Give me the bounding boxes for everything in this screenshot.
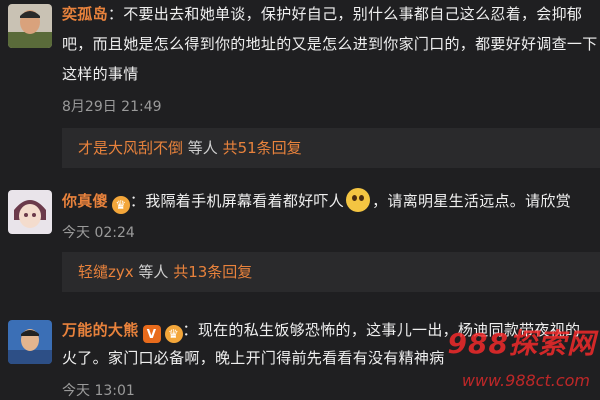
reply-count: 共13条回复: [173, 263, 253, 281]
replies-summary[interactable]: 才是大风刮不倒 等人 共51条回复: [62, 128, 600, 168]
shocked-face-icon: [346, 188, 371, 212]
comment-text-line-3: 这样的事情: [62, 65, 139, 83]
comment-text-line-2: 火了。家门口必备啊，晚上开门得前先看看有没有精神病: [62, 349, 445, 367]
reply-user: 才是大风刮不倒: [78, 139, 184, 157]
username[interactable]: 奕孤岛: [62, 5, 108, 23]
watermark-url: www.988ct.com: [461, 371, 590, 390]
username[interactable]: 你真傻: [62, 192, 108, 210]
replies-summary[interactable]: 轻缱zyx 等人 共13条回复: [62, 252, 600, 292]
username[interactable]: 万能的大熊: [62, 321, 139, 339]
verified-badge-icon: V: [142, 325, 161, 343]
crown-badge-icon: ♛: [164, 325, 183, 343]
avatar[interactable]: [8, 320, 52, 364]
reply-user: 轻缱zyx: [78, 263, 134, 281]
comment-text-line-1: 你真傻 ♛ ：我隔着手机屏幕看着都好吓人 ，请离明星生活远点。请欣赏: [62, 188, 571, 214]
watermark-logo: 988探索网: [447, 327, 596, 360]
comment-text-line-1: 奕孤岛：不要出去和她单谈，保护好自己，别什么事都自己这么忍着，会抑郁: [62, 5, 583, 23]
comment-text-line-2: 吧，而且她是怎么得到你的地址的又是怎么进到你家门口的，都要好好调查一下: [62, 35, 598, 53]
avatar[interactable]: [8, 4, 52, 48]
timestamp: 今天 13:01: [62, 383, 135, 399]
timestamp: 今天 02:24: [62, 225, 135, 241]
timestamp: 8月29日 21:49: [62, 99, 162, 115]
reply-count: 共51条回复: [222, 139, 302, 157]
avatar[interactable]: [8, 190, 52, 234]
crown-badge-icon: ♛: [111, 196, 130, 214]
